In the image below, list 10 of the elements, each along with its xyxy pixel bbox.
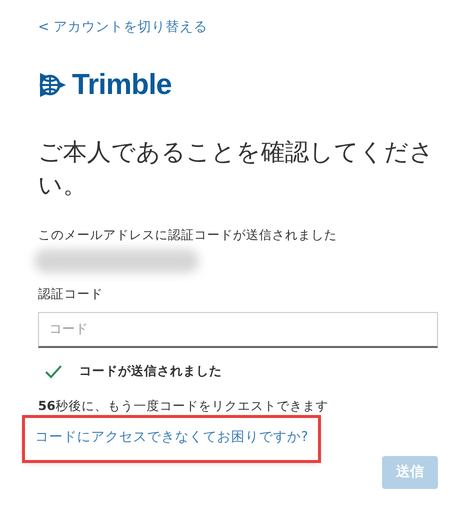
page-heading: ご本人であることを確認してください。	[38, 137, 435, 201]
back-link[interactable]: < アカウントを切り替える	[38, 19, 208, 35]
field-label: 認証コード	[38, 284, 104, 303]
status-message: コードが送信されました	[79, 362, 222, 380]
resend-notice: 56秒後に、もう一度コードをリクエストできます	[38, 396, 330, 415]
logo-wordmark: Trimble	[72, 70, 172, 100]
globe-logo-icon	[38, 70, 68, 100]
help-link[interactable]: コードにアクセスできなくてお困りですか?	[35, 428, 308, 444]
code-input-field[interactable]: コード	[38, 312, 438, 348]
sent-notice: このメールアドレスに認証コードが送信されました	[38, 226, 338, 244]
